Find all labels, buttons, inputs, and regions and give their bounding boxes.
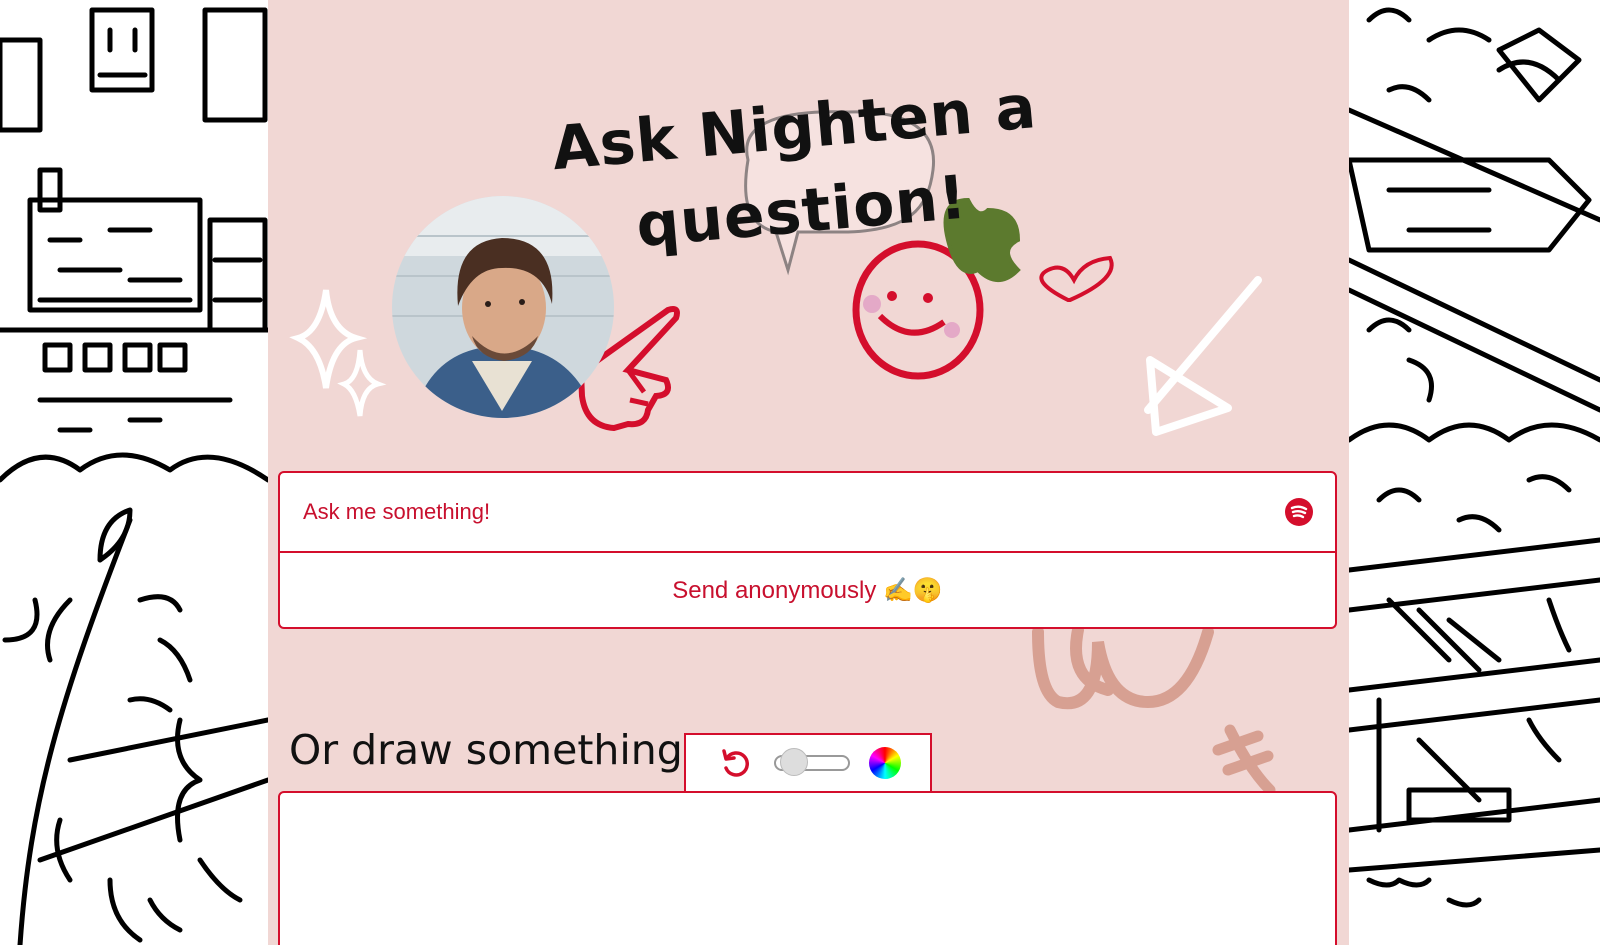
sparkle-icon (289, 289, 368, 389)
draw-heading: Or draw something! (289, 726, 700, 774)
right-background-illustration (1349, 0, 1600, 945)
arrow-icon (1146, 356, 1232, 436)
drawing-toolbar (684, 733, 932, 791)
undo-icon (722, 749, 750, 777)
brush-size-slider[interactable] (773, 748, 850, 776)
send-button-label: Send anonymously ✍️🤫 (672, 576, 943, 604)
color-wheel-icon[interactable] (868, 747, 901, 779)
avatar (392, 196, 614, 418)
drawing-canvas[interactable] (278, 791, 1337, 945)
spotify-icon[interactable] (1285, 498, 1313, 526)
brush-size-slider-knob[interactable] (779, 748, 808, 776)
main-panel: Ask Nighten a question! Send anonymously… (268, 0, 1349, 945)
page-title: Ask Nighten a question! (549, 72, 1040, 262)
send-anonymously-button[interactable]: Send anonymously ✍️🤫 (278, 553, 1337, 629)
heart-icon (1039, 255, 1114, 302)
undo-button[interactable] (715, 743, 755, 783)
left-background-illustration (0, 0, 268, 945)
sparkle-icon (337, 349, 387, 417)
tomato-face-icon (852, 240, 984, 380)
question-input[interactable] (278, 471, 1337, 553)
